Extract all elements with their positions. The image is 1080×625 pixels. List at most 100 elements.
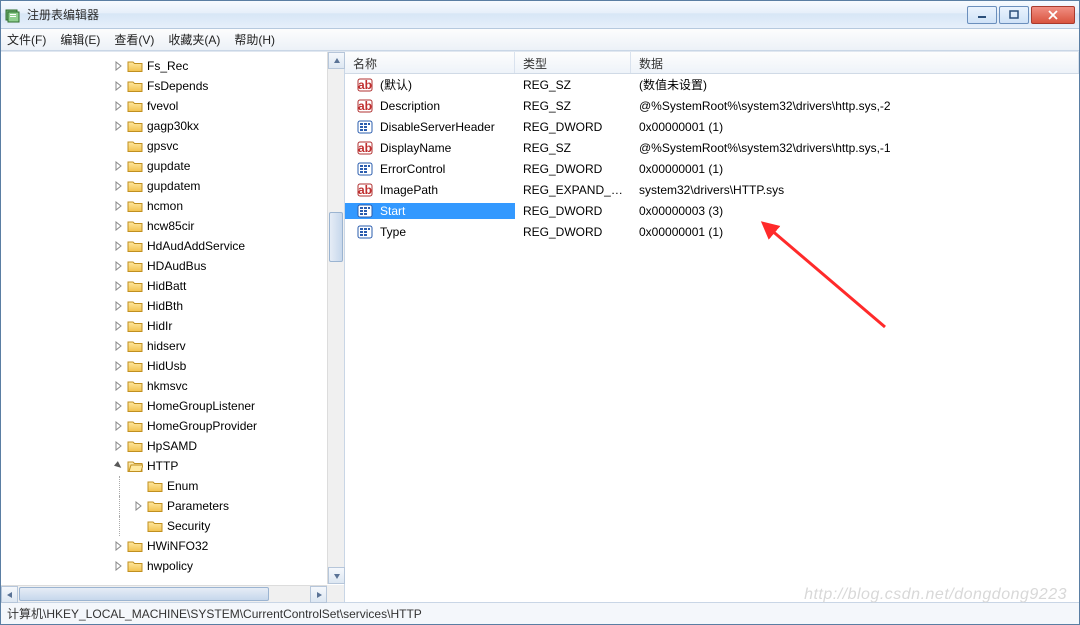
expand-icon[interactable]: [113, 300, 125, 312]
expand-icon[interactable]: [113, 360, 125, 372]
expand-icon[interactable]: [113, 120, 125, 132]
menu-view[interactable]: 查看(V): [114, 31, 154, 48]
tree-item[interactable]: Enum: [1, 476, 326, 496]
column-header-type[interactable]: 类型: [515, 52, 631, 73]
value-name-cell[interactable]: abDisplayName: [345, 140, 515, 156]
tree-item[interactable]: hidserv: [1, 336, 326, 356]
scroll-left-button[interactable]: [1, 586, 18, 603]
folder-icon: [127, 319, 143, 333]
value-name-cell[interactable]: ab(默认): [345, 75, 515, 94]
tree-scroll[interactable]: Fs_RecFsDependsfvevolgagp30kxgpsvcgupdat…: [1, 52, 344, 602]
tree-hscroll-thumb[interactable]: [19, 587, 269, 601]
expand-icon[interactable]: [113, 440, 125, 452]
close-button[interactable]: [1031, 6, 1075, 24]
value-name-cell[interactable]: abDescription: [345, 98, 515, 114]
list-row[interactable]: DisableServerHeaderREG_DWORD0x00000001 (…: [345, 116, 1079, 137]
column-header-name[interactable]: 名称: [345, 52, 515, 73]
list-row[interactable]: ab(默认)REG_SZ(数值未设置): [345, 74, 1079, 95]
tree-item[interactable]: Security: [1, 516, 326, 536]
menu-help[interactable]: 帮助(H): [234, 31, 275, 48]
value-name-cell[interactable]: DisableServerHeader: [345, 119, 515, 135]
tree-item[interactable]: hkmsvc: [1, 376, 326, 396]
tree-item[interactable]: HWiNFO32: [1, 536, 326, 556]
dword-value-icon: [357, 161, 373, 177]
expand-icon[interactable]: [113, 340, 125, 352]
menu-file[interactable]: 文件(F): [7, 31, 46, 48]
scroll-down-button[interactable]: [328, 567, 345, 584]
tree-item[interactable]: HidBatt: [1, 276, 326, 296]
tree-item[interactable]: HomeGroupProvider: [1, 416, 326, 436]
scroll-right-button[interactable]: [310, 586, 327, 603]
tree-item-label: HWiNFO32: [147, 539, 208, 553]
tree-item[interactable]: HidUsb: [1, 356, 326, 376]
statusbar: 计算机\HKEY_LOCAL_MACHINE\SYSTEM\CurrentCon…: [1, 602, 1079, 624]
tree-item[interactable]: hcw85cir: [1, 216, 326, 236]
tree-item[interactable]: hcmon: [1, 196, 326, 216]
tree-item[interactable]: Fs_Rec: [1, 56, 326, 76]
tree-item[interactable]: FsDepends: [1, 76, 326, 96]
expand-icon[interactable]: [113, 400, 125, 412]
expand-icon[interactable]: [113, 160, 125, 172]
list-row[interactable]: ErrorControlREG_DWORD0x00000001 (1): [345, 158, 1079, 179]
tree-vertical-scrollbar[interactable]: [327, 52, 344, 584]
list-row[interactable]: abDescriptionREG_SZ@%SystemRoot%\system3…: [345, 95, 1079, 116]
tree-item[interactable]: HpSAMD: [1, 436, 326, 456]
expand-icon[interactable]: [133, 500, 145, 512]
expand-icon[interactable]: [113, 280, 125, 292]
expand-icon[interactable]: [113, 420, 125, 432]
tree-item[interactable]: HomeGroupListener: [1, 396, 326, 416]
titlebar[interactable]: 注册表编辑器: [1, 1, 1079, 29]
minimize-button[interactable]: [967, 6, 997, 24]
tree-item[interactable]: HTTP: [1, 456, 326, 476]
value-name-cell[interactable]: Start: [345, 203, 515, 219]
expand-icon[interactable]: [113, 540, 125, 552]
tree-item[interactable]: fvevol: [1, 96, 326, 116]
expand-icon[interactable]: [113, 180, 125, 192]
value-name-cell[interactable]: ErrorControl: [345, 161, 515, 177]
list-row[interactable]: abDisplayNameREG_SZ@%SystemRoot%\system3…: [345, 137, 1079, 158]
list-row[interactable]: StartREG_DWORD0x00000003 (3): [345, 200, 1079, 221]
menu-favorites[interactable]: 收藏夹(A): [168, 31, 220, 48]
value-type: REG_EXPAND_SZ: [515, 183, 631, 197]
expand-icon[interactable]: [113, 60, 125, 72]
scroll-up-button[interactable]: [328, 52, 345, 69]
maximize-button[interactable]: [999, 6, 1029, 24]
menu-edit[interactable]: 编辑(E): [60, 31, 100, 48]
tree-vscroll-thumb[interactable]: [329, 212, 343, 262]
value-name: Description: [377, 98, 443, 114]
tree-item[interactable]: gupdate: [1, 156, 326, 176]
tree-item[interactable]: HidIr: [1, 316, 326, 336]
value-name-cell[interactable]: abImagePath: [345, 182, 515, 198]
tree-item[interactable]: gagp30kx: [1, 116, 326, 136]
expand-icon[interactable]: [113, 560, 125, 572]
tree-item[interactable]: gupdatem: [1, 176, 326, 196]
expand-icon[interactable]: [113, 200, 125, 212]
value-type: REG_SZ: [515, 141, 631, 155]
expand-icon[interactable]: [113, 100, 125, 112]
collapse-icon[interactable]: [113, 460, 125, 472]
value-name-cell[interactable]: Type: [345, 224, 515, 240]
tree-item[interactable]: gpsvc: [1, 136, 326, 156]
folder-icon: [127, 379, 143, 393]
tree-item-label: hwpolicy: [147, 559, 193, 573]
folder-icon: [127, 459, 143, 473]
column-header-data[interactable]: 数据: [631, 52, 1079, 73]
expand-icon[interactable]: [113, 220, 125, 232]
list-row[interactable]: TypeREG_DWORD0x00000001 (1): [345, 221, 1079, 242]
value-type: REG_SZ: [515, 99, 631, 113]
expand-icon[interactable]: [113, 80, 125, 92]
tree-item-label: Parameters: [167, 499, 229, 513]
tree-item-label: HpSAMD: [147, 439, 197, 453]
expand-icon[interactable]: [113, 320, 125, 332]
tree-item[interactable]: Parameters: [1, 496, 326, 516]
list-row[interactable]: abImagePathREG_EXPAND_SZsystem32\drivers…: [345, 179, 1079, 200]
tree-horizontal-scrollbar[interactable]: [1, 585, 327, 602]
list-body[interactable]: ab(默认)REG_SZ(数值未设置)abDescriptionREG_SZ@%…: [345, 74, 1079, 602]
expand-icon[interactable]: [113, 260, 125, 272]
expand-icon[interactable]: [113, 240, 125, 252]
tree-item[interactable]: HdAudAddService: [1, 236, 326, 256]
expand-icon[interactable]: [113, 380, 125, 392]
tree-item[interactable]: HDAudBus: [1, 256, 326, 276]
tree-item[interactable]: hwpolicy: [1, 556, 326, 576]
tree-item[interactable]: HidBth: [1, 296, 326, 316]
